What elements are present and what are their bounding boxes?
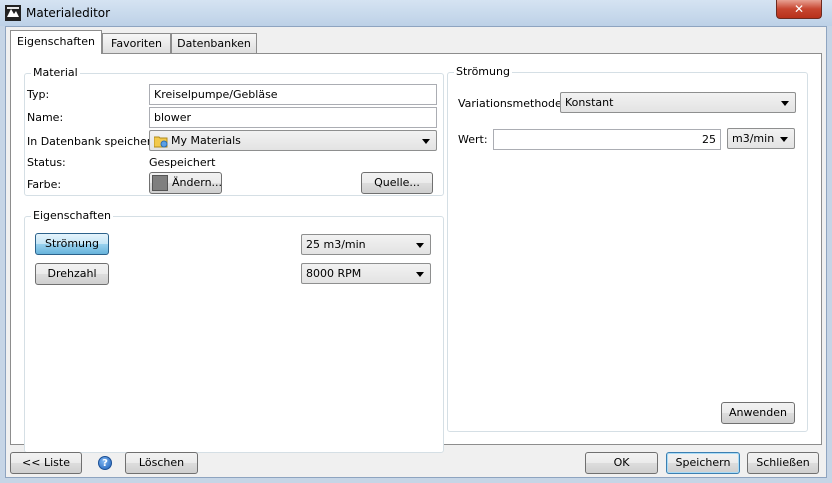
- tab-datenbanken[interactable]: Datenbanken: [171, 33, 257, 53]
- help-icon[interactable]: ?: [98, 456, 112, 470]
- app-icon: [5, 5, 21, 21]
- window-title: Materialeditor: [26, 6, 111, 20]
- close-button[interactable]: ✕: [776, 0, 822, 19]
- database-value: My Materials: [171, 134, 241, 147]
- drehzahl-button[interactable]: Drehzahl: [35, 263, 109, 285]
- database-label: In Datenbank speichern:: [27, 135, 162, 148]
- farbe-label: Farbe:: [27, 178, 62, 191]
- status-value: Gespeichert: [149, 156, 216, 169]
- drehzahl-value: 8000 RPM: [306, 267, 362, 280]
- eigenschaften-group: Eigenschaften Strömung 25 m3/min Drehzah…: [24, 209, 444, 453]
- stroemung-group-title: Strömung: [454, 65, 512, 78]
- typ-label: Typ:: [27, 88, 50, 101]
- unit-select[interactable]: m3/min: [727, 128, 795, 149]
- material-group-title: Material: [31, 66, 80, 79]
- stroemung-value-select[interactable]: 25 m3/min: [301, 234, 431, 255]
- stroemung-group: Strömung Variationsmethode: Konstant Wer…: [447, 65, 808, 432]
- chevron-down-icon: [416, 243, 424, 248]
- dialog-client: Eigenschaften Favoriten Datenbanken Mate…: [5, 26, 827, 478]
- schliessen-button[interactable]: Schließen: [747, 452, 819, 474]
- anwenden-button[interactable]: Anwenden: [721, 402, 795, 424]
- typ-field[interactable]: Kreiselpumpe/Gebläse: [149, 84, 437, 105]
- material-group: Material Typ: Kreiselpumpe/Gebläse Name:…: [24, 66, 444, 196]
- eigenschaften-group-title: Eigenschaften: [31, 209, 113, 222]
- name-field[interactable]: blower: [149, 107, 437, 128]
- title-bar: Materialeditor ✕: [0, 0, 832, 26]
- status-label: Status:: [27, 156, 66, 169]
- color-swatch: [152, 175, 168, 191]
- ok-button[interactable]: OK: [585, 452, 658, 474]
- chevron-down-icon: [416, 272, 424, 277]
- chevron-down-icon: [780, 137, 788, 142]
- stroemung-button[interactable]: Strömung: [35, 233, 109, 255]
- database-select[interactable]: My Materials: [149, 130, 437, 151]
- tab-eigenschaften[interactable]: Eigenschaften: [10, 30, 102, 54]
- aendern-label: Ändern...: [172, 176, 223, 189]
- variation-label: Variationsmethode:: [458, 97, 566, 110]
- loeschen-button[interactable]: Löschen: [125, 452, 198, 474]
- wert-label: Wert:: [458, 133, 488, 146]
- speichern-button[interactable]: Speichern: [666, 452, 740, 474]
- variation-value: Konstant: [565, 96, 614, 109]
- tab-panel: Material Typ: Kreiselpumpe/Gebläse Name:…: [10, 53, 822, 453]
- aendern-button[interactable]: Ändern...: [149, 172, 222, 194]
- stroemung-value: 25 m3/min: [306, 238, 366, 251]
- unit-value: m3/min: [732, 132, 775, 145]
- wert-field[interactable]: 25: [493, 129, 721, 150]
- drehzahl-value-select[interactable]: 8000 RPM: [301, 263, 431, 284]
- tab-favoriten[interactable]: Favoriten: [102, 33, 171, 53]
- chevron-down-icon: [422, 139, 430, 144]
- chevron-down-icon: [781, 101, 789, 106]
- name-label: Name:: [27, 111, 64, 124]
- database-folder-icon: [153, 136, 168, 147]
- variation-select[interactable]: Konstant: [560, 92, 796, 113]
- liste-button[interactable]: << Liste: [10, 452, 82, 474]
- quelle-button[interactable]: Quelle...: [361, 172, 433, 194]
